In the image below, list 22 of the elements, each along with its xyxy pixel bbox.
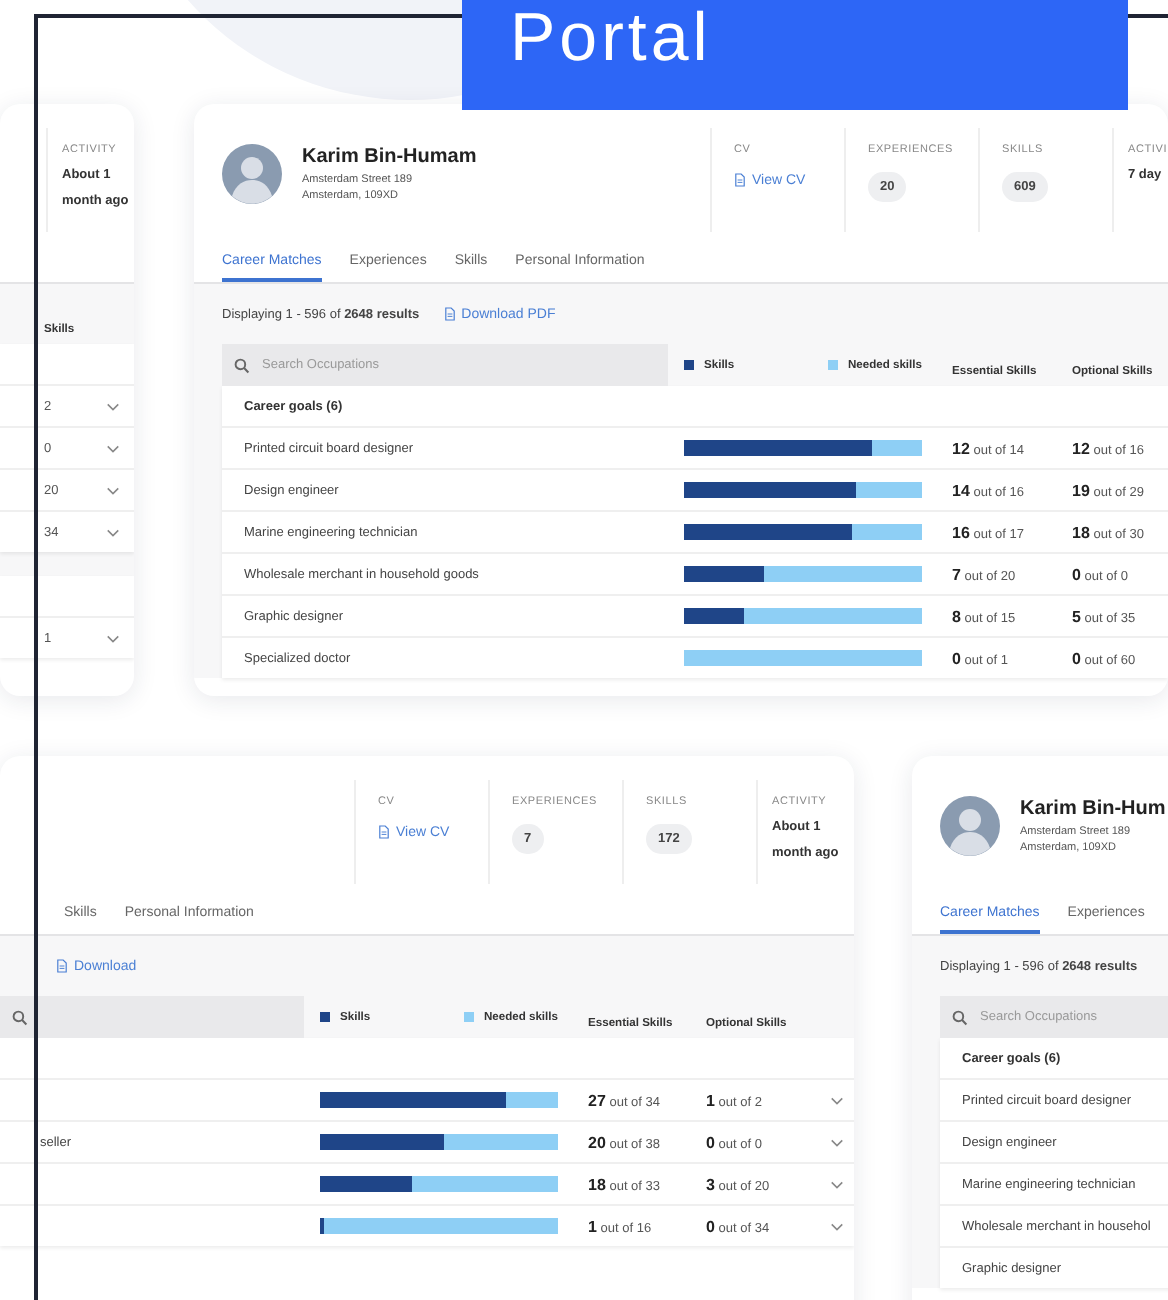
document-icon	[378, 824, 390, 840]
document-icon	[443, 306, 456, 322]
chevron-down-icon[interactable]	[105, 633, 119, 643]
search-field[interactable]	[0, 996, 304, 1038]
chevron-down-icon[interactable]	[105, 401, 119, 411]
person-name: Karim Bin-Hum	[1020, 798, 1166, 820]
avatar	[222, 144, 282, 204]
chevron-down-icon[interactable]	[830, 1221, 844, 1231]
person-name: Karim Bin-Humam	[302, 146, 477, 168]
document-icon	[734, 172, 746, 188]
document-icon	[56, 958, 68, 974]
chevron-down-icon[interactable]	[830, 1137, 844, 1147]
banner-title: Portal	[510, 0, 712, 76]
search-icon	[952, 1009, 968, 1025]
chevron-down-icon[interactable]	[105, 443, 119, 453]
chevron-down-icon[interactable]	[830, 1095, 844, 1105]
chevron-down-icon[interactable]	[105, 527, 119, 537]
chevron-down-icon[interactable]	[105, 485, 119, 495]
chevron-down-icon[interactable]	[830, 1179, 844, 1189]
search-icon	[234, 357, 250, 373]
search-icon	[12, 1009, 28, 1025]
avatar	[940, 796, 1000, 856]
